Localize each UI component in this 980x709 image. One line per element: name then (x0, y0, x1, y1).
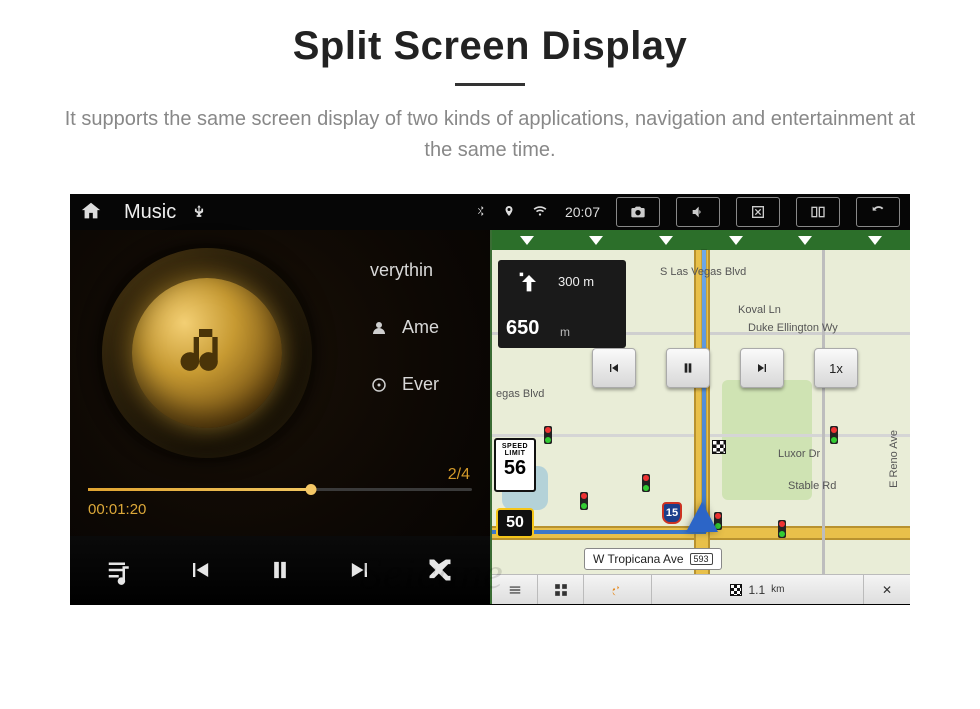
speed-limit-value: 56 (496, 457, 534, 479)
bluetooth-icon (475, 203, 487, 222)
nav-info-button[interactable] (538, 575, 584, 605)
headunit-screen: Music 20:07 (70, 194, 910, 604)
street-label: Duke Ellington Wy (748, 322, 838, 334)
next-turn-distance: 300 m (558, 274, 594, 289)
close-app-button[interactable] (736, 197, 780, 227)
screenshot-button[interactable] (616, 197, 660, 227)
street-label: Koval Ln (738, 304, 781, 316)
street-label: Luxor Dr (778, 448, 820, 460)
download-arrow-icon (659, 236, 673, 245)
street-label: E Reno Ave (888, 430, 900, 488)
nav-destination-distance[interactable]: 1.1 km (652, 575, 864, 605)
playlist-button[interactable] (92, 548, 148, 592)
location-icon (503, 203, 515, 222)
previous-button[interactable] (172, 548, 228, 592)
music-note-icon (175, 321, 239, 385)
splitscreen-button[interactable] (796, 197, 840, 227)
map-road (822, 250, 825, 604)
destination-flag-icon (712, 440, 726, 454)
shuffle-button[interactable] (412, 548, 468, 592)
sim-step-forward-button[interactable] (740, 348, 784, 388)
interstate-shield: 15 (662, 502, 682, 524)
album-art (132, 278, 282, 428)
nav-route-toggle[interactable] (584, 575, 652, 605)
pause-button[interactable] (252, 548, 308, 592)
sim-rate-button[interactable]: 1x (814, 348, 858, 388)
download-arrow-icon (729, 236, 743, 245)
artist-icon (370, 319, 388, 337)
maneuver-distance: 650 (506, 317, 539, 339)
traffic-light-icon (778, 520, 786, 538)
progress-area: 2/4 00:01:20 (88, 488, 472, 518)
download-arrow-icon (589, 236, 603, 245)
maneuver-units: m (560, 325, 570, 339)
page-subtitle: It supports the same screen display of t… (0, 104, 980, 184)
usb-icon (192, 202, 206, 223)
dest-units: km (771, 584, 784, 595)
download-bar (492, 230, 910, 250)
traffic-light-icon (830, 426, 838, 444)
back-button[interactable] (856, 197, 900, 227)
current-speed: 50 (496, 508, 534, 538)
nav-close-button[interactable]: ✕ (864, 575, 910, 605)
speed-limit-label: SPEED LIMIT (496, 443, 534, 457)
nav-bottombar: 1.1 km ✕ (492, 574, 910, 604)
route-line (702, 250, 706, 532)
statusbar: Music 20:07 (70, 194, 910, 230)
download-arrow-icon (520, 236, 534, 245)
street-label: Stable Rd (788, 480, 836, 492)
track-title: verythin (370, 260, 433, 281)
page-title: Split Screen Display (0, 24, 980, 69)
traffic-light-icon (544, 426, 552, 444)
turn-left-icon (508, 268, 550, 296)
volume-button[interactable] (676, 197, 720, 227)
dest-distance: 1.1 (748, 583, 765, 597)
track-album: Ever (402, 374, 439, 395)
vehicle-marker-icon (686, 502, 718, 532)
album-icon (370, 376, 388, 394)
app-title: Music (124, 201, 176, 224)
traffic-light-icon (642, 474, 650, 492)
current-road: W Tropicana Ave 593 (584, 548, 722, 570)
download-arrow-icon (798, 236, 812, 245)
track-index: 2/4 (448, 466, 470, 484)
track-meta: verythin Ame Ever (370, 260, 482, 431)
home-icon[interactable] (80, 200, 102, 225)
music-controls (70, 536, 490, 604)
progress-bar[interactable] (88, 488, 472, 491)
current-road-name: W Tropicana Ave (593, 552, 684, 566)
wifi-icon (531, 204, 549, 221)
traffic-light-icon (580, 492, 588, 510)
heading-underline (455, 83, 525, 86)
download-arrow-icon (868, 236, 882, 245)
music-pane: verythin Ame Ever 2/4 00:01:20 (70, 230, 490, 604)
next-button[interactable] (332, 548, 388, 592)
progress-thumb[interactable] (305, 484, 316, 495)
destination-flag-icon (730, 584, 742, 596)
statusbar-time: 20:07 (565, 204, 600, 220)
track-artist: Ame (402, 317, 439, 338)
exit-badge: 593 (690, 553, 713, 565)
street-label: S Las Vegas Blvd (660, 266, 746, 278)
sim-pause-button[interactable] (666, 348, 710, 388)
time-elapsed: 00:01:20 (88, 501, 472, 518)
progress-fill (88, 488, 311, 491)
street-label: egas Blvd (496, 388, 544, 400)
turn-callout: 300 m 650 m (498, 260, 626, 348)
speed-limit-sign: SPEED LIMIT 56 (494, 438, 536, 492)
map-pane[interactable]: S Las Vegas Blvd Koval Ln Duke Ellington… (492, 230, 910, 604)
sim-step-back-button[interactable] (592, 348, 636, 388)
simulation-controls: 1x (592, 348, 858, 388)
nav-menu-button[interactable] (492, 575, 538, 605)
